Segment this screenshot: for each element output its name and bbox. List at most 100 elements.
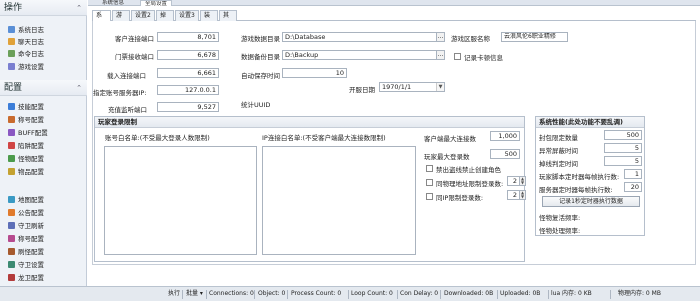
- recharge-port-field[interactable]: 9,527: [157, 102, 219, 112]
- sidebar-item-map[interactable]: 地图配置: [8, 195, 44, 206]
- badge-icon: [8, 235, 15, 242]
- status-separator: [182, 290, 183, 299]
- no-new-chars-checkbox[interactable]: [426, 165, 433, 172]
- same-ip-spinner[interactable]: ▲ ▼: [520, 176, 526, 186]
- status-separator: [348, 290, 349, 299]
- batch-dropdown[interactable]: 批量 ▾: [186, 287, 203, 301]
- disconnect-time-label: 掉线判定时间: [539, 160, 578, 168]
- log-icon: [8, 26, 15, 33]
- status-bar: 执行 批量 ▾ Connections: 0 Object: 0 Process…: [0, 286, 700, 301]
- account-whitelist-list[interactable]: [104, 146, 257, 255]
- region-field[interactable]: 云浪风伦6职业精修: [501, 32, 568, 42]
- sidebar-item-notice[interactable]: 公告配置: [8, 208, 44, 219]
- gate-port-label: 门票接收端口: [115, 53, 154, 61]
- sidebar-section-ops[interactable]: 操作 ⌃: [0, 0, 87, 16]
- uuid-label: 统计UUID: [241, 101, 271, 109]
- status-separator: [254, 290, 255, 299]
- login-limits-group: 玩家登录限制 账号白名单:(不受最大登录人数限制) IP连接白名单:(不受客户端…: [94, 116, 526, 262]
- chevron-down-icon: ▾: [198, 290, 203, 297]
- sidebar-item-chat-log[interactable]: 聊天日志: [8, 37, 44, 48]
- gate-port-field[interactable]: 6,678: [157, 50, 219, 60]
- sidebar-item-badge[interactable]: 称号配置: [8, 234, 44, 245]
- map-icon: [8, 196, 15, 203]
- client-port-field[interactable]: 8,701: [157, 32, 219, 42]
- sidebar-item-monster[interactable]: 怪物配置: [8, 154, 44, 165]
- sidebar-section-config[interactable]: 配置 ⌃: [0, 80, 87, 96]
- item-icon: [8, 168, 15, 175]
- backup-dir-field[interactable]: D:\Backup: [282, 50, 437, 60]
- status-objects: Object: 0: [258, 290, 286, 297]
- tab-equipment[interactable]: 装备: [200, 10, 218, 29]
- dragon-icon: [8, 274, 15, 281]
- backup-dir-label: 数据备份目录: [241, 53, 280, 61]
- browse-db-button[interactable]: …: [437, 32, 445, 42]
- log-card-checkbox[interactable]: [454, 53, 461, 60]
- same-ip-field[interactable]: 2: [507, 176, 520, 186]
- same-pc-spinner[interactable]: ▲ ▼: [520, 190, 526, 200]
- settings-panel: 客户连接端口 8,701 门票接收端口 6,678 载入连接端口 6,661 指…: [92, 21, 696, 265]
- region-label: 游戏区服名称: [451, 35, 490, 43]
- sidebar-item-command-log[interactable]: 命令日志: [8, 49, 44, 60]
- buff-icon: [8, 129, 15, 136]
- db-dir-field[interactable]: D:\Database: [282, 32, 437, 42]
- sidebar: 操作 ⌃ 系统日志 聊天日志 命令日志 游戏设置 配置 ⌃ 技能配置 称号配置 …: [0, 0, 87, 286]
- settings-tab-strip: 系统 游戏 设置2 掉落 设置3 装备 其他: [92, 10, 696, 29]
- max-players-field[interactable]: 500: [490, 149, 520, 159]
- login-port-label: 载入连接端口: [107, 72, 146, 80]
- open-date-label: 开服日期: [349, 86, 375, 94]
- sidebar-item-guard-settings[interactable]: 守卫设置: [8, 260, 44, 271]
- same-pc-checkbox[interactable]: [426, 193, 433, 200]
- chevron-down-icon[interactable]: ▼: [436, 83, 444, 91]
- db-dir-label: 游戏数据目录: [241, 35, 280, 43]
- tab-settings-2[interactable]: 设置2: [131, 10, 155, 21]
- sidebar-item-skill[interactable]: 技能配置: [8, 102, 44, 113]
- login-ip-field[interactable]: 127.0.0.1: [157, 85, 219, 95]
- packet-limit-field[interactable]: 500: [604, 130, 642, 140]
- tab-system-info[interactable]: 系统信息: [98, 0, 128, 6]
- disconnect-time-field[interactable]: 5: [604, 156, 642, 166]
- sidebar-item-dragon[interactable]: 龙卫配置: [8, 273, 44, 284]
- sidebar-item-trap[interactable]: 陷阱配置: [8, 141, 44, 152]
- recharge-port-label: 充值监听端口: [108, 106, 147, 114]
- sidebar-item-title[interactable]: 称号配置: [8, 115, 44, 126]
- same-pc-field[interactable]: 2: [507, 190, 520, 200]
- max-conn-label: 客户端最大连接数: [424, 135, 476, 143]
- spawn-icon: [8, 248, 15, 255]
- block-time-field[interactable]: 5: [604, 143, 642, 153]
- server-timer-field[interactable]: 20: [624, 182, 642, 192]
- record-timer-button[interactable]: 记录1秒定时器执行数据: [542, 196, 640, 207]
- tab-drop[interactable]: 掉落: [156, 10, 174, 29]
- sidebar-item-guard-refresh[interactable]: 守卫刷新: [8, 221, 44, 232]
- tab-other[interactable]: 其他: [219, 10, 237, 29]
- title-icon: [8, 116, 15, 123]
- tab-game[interactable]: 游戏: [112, 10, 130, 29]
- status-uploaded: Uploaded: 0B: [500, 290, 541, 297]
- sidebar-item-system-log[interactable]: 系统日志: [8, 25, 44, 36]
- max-conn-field[interactable]: 1,000: [490, 131, 520, 141]
- status-physical-memory: 物理内存: 0 MB: [618, 290, 661, 297]
- sidebar-item-game-settings[interactable]: 游戏设置: [8, 62, 44, 73]
- status-lua-memory: lua 内存: 0 KB: [551, 290, 592, 297]
- run-button[interactable]: 执行: [168, 287, 180, 301]
- tab-settings-3[interactable]: 设置3: [175, 10, 199, 21]
- trap-icon: [8, 142, 15, 149]
- sidebar-item-buff[interactable]: BUFF配置: [8, 128, 48, 139]
- autosave-field[interactable]: 10: [282, 68, 347, 78]
- browse-backup-button[interactable]: …: [437, 50, 445, 60]
- performance-group: 系统性能(此处功能不要乱调) 封包限定数量 500 异常屏蔽时间 5 掉线判定时…: [535, 116, 645, 236]
- open-date-field[interactable]: 1970/1/1 ▼: [379, 82, 445, 92]
- status-separator: [610, 290, 611, 299]
- autosave-label: 自动保存时间: [241, 72, 280, 80]
- status-separator: [497, 290, 498, 299]
- ip-whitelist-list[interactable]: [262, 146, 416, 255]
- tab-global-settings[interactable]: 全局设置: [140, 0, 173, 6]
- player-timer-field[interactable]: 1: [624, 169, 642, 179]
- sidebar-item-item[interactable]: 物品配置: [8, 167, 44, 178]
- monster-revive-label: 怪物复活频率:: [539, 214, 581, 222]
- status-separator: [548, 290, 549, 299]
- no-new-chars-label: 禁出盗线禁止创建角色: [436, 166, 501, 174]
- login-port-field[interactable]: 6,661: [157, 68, 219, 78]
- sidebar-item-spawn[interactable]: 刷怪配置: [8, 247, 44, 258]
- same-ip-checkbox[interactable]: [426, 179, 433, 186]
- log-card-label: 记录卡顿信息: [464, 54, 503, 62]
